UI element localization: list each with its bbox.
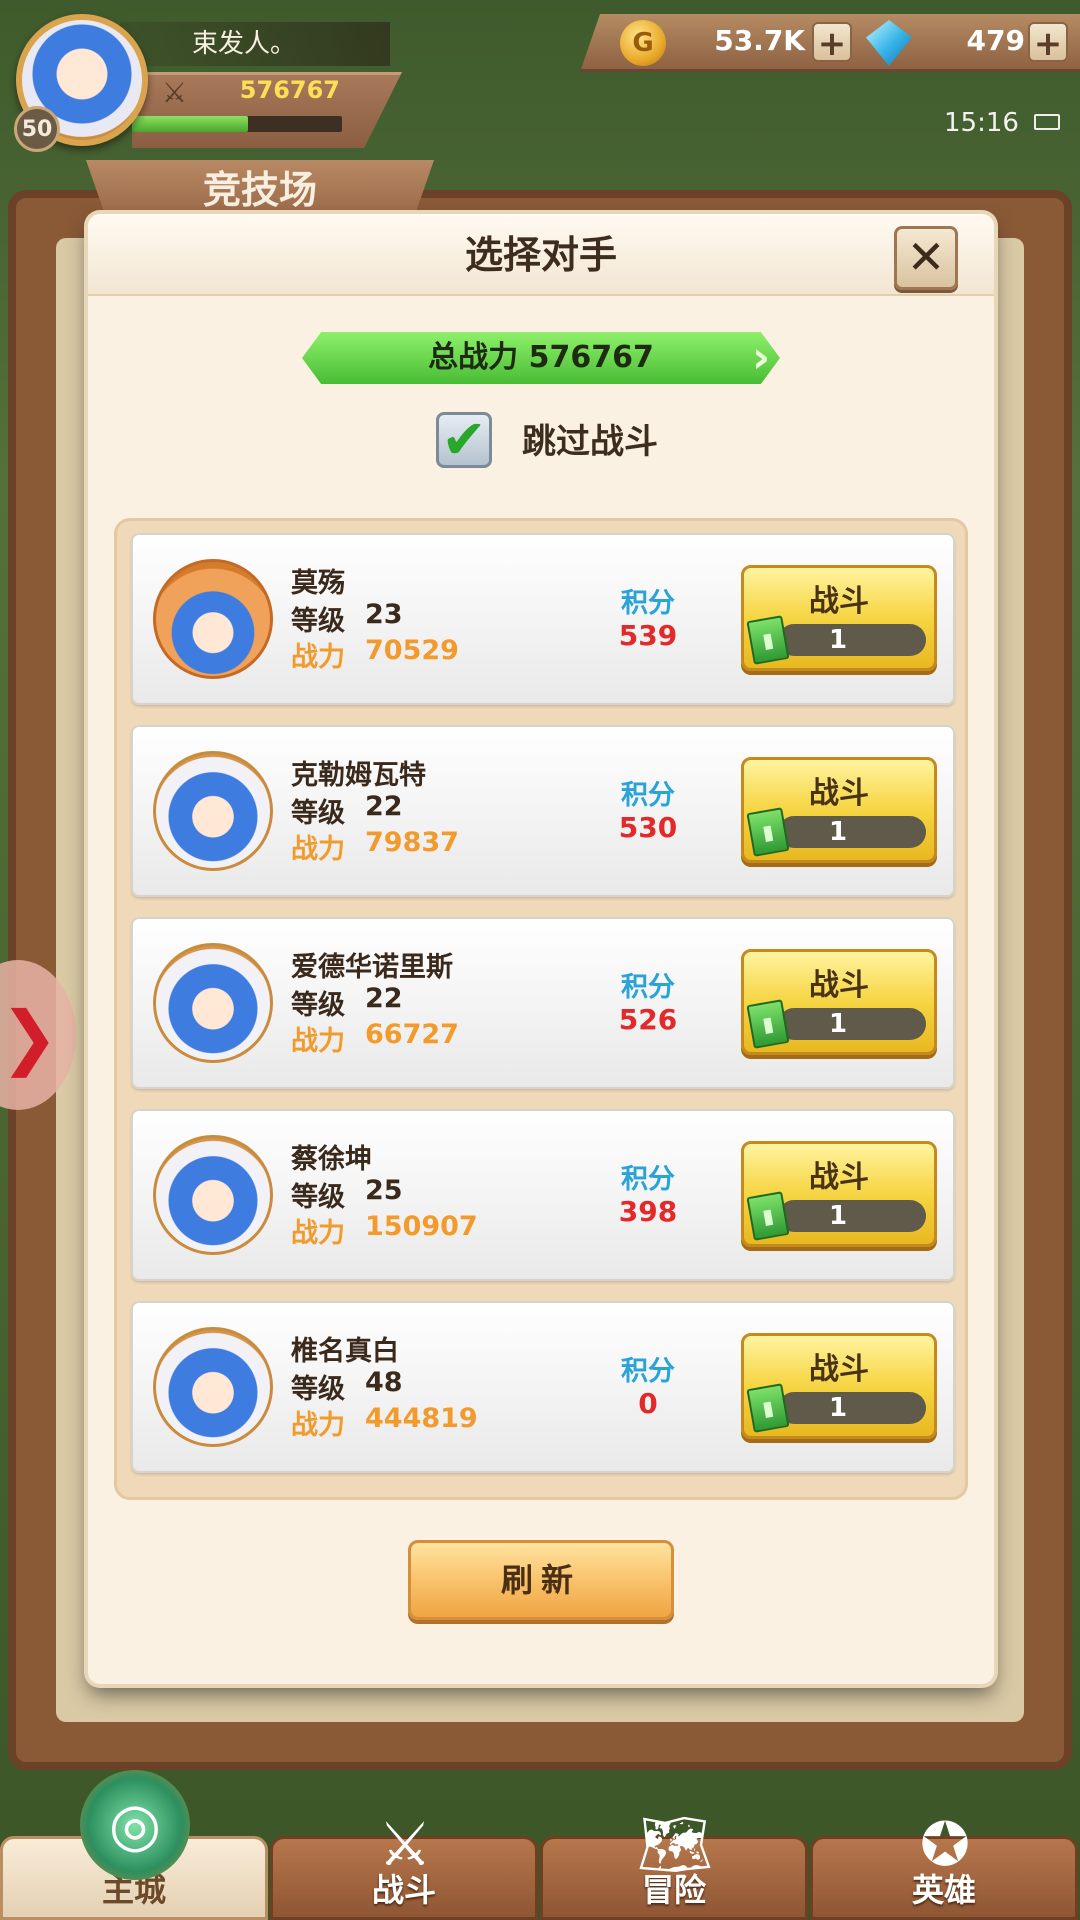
level-label: 等级 [291,606,345,637]
fight-label: 战斗 [809,968,869,1003]
clock: 15:16 [944,108,1019,138]
xp-bar [132,116,342,132]
level-label: 等级 [291,1374,345,1405]
hero-crest-icon: ✪ [919,1810,971,1880]
power-label: 战力 [291,1410,345,1441]
select-opponent-dialog: 选择对手 ✕ ‹ 总战力 576767 › ✔ 跳过战斗 莫殇 等级 23 战力… [88,214,994,1684]
fight-button[interactable]: 战斗 1 ▮ [741,1333,937,1439]
opponent-row: 克勒姆瓦特 等级 22 战力 79837 积分 530 战斗 1 ▮ [131,725,955,897]
side-arrow-icon: ❯ [0,996,59,1078]
fight-cost: 1 [828,1009,848,1039]
fight-button[interactable]: 战斗 1 ▮ [741,565,937,671]
opponent-score: 398 [618,1195,678,1228]
chevron-right-icon: › [752,332,771,383]
fight-cost: 1 [828,817,848,847]
opponent-name: 蔡徐坤 [291,1144,372,1175]
power-label: 战力 [291,642,345,673]
add-gems-button[interactable]: + [1028,22,1068,64]
opponent-row: 爱德华诺里斯 等级 22 战力 66727 积分 526 战斗 1 ▮ [131,917,955,1089]
score-label: 积分 [621,1356,675,1387]
battery-icon [1034,114,1060,130]
adventure-map-icon: 🗺 [636,1810,714,1880]
castle-icon: ◎ [80,1770,190,1880]
ticket-icon: ▮ [746,807,790,857]
fight-label: 战斗 [809,584,869,619]
close-button[interactable]: ✕ [894,226,958,290]
opponent-power: 66727 [365,1019,459,1050]
opponent-power: 444819 [365,1403,478,1434]
fight-label: 战斗 [809,1352,869,1387]
ticket-icon: ▮ [746,1383,790,1433]
xp-bar-fill [132,116,248,132]
total-power-label: 总战力 [428,340,519,375]
checkmark-icon: ✔ [441,408,487,471]
opponent-name: 椎名真白 [291,1336,399,1367]
score-label: 积分 [621,1164,675,1195]
opponent-level: 23 [365,599,403,630]
power-label: 战力 [291,1026,345,1057]
arena-title-tab: 竞技场 [86,160,434,220]
hero-avatar [153,1327,273,1447]
opponent-row: 蔡徐坤 等级 25 战力 150907 积分 398 战斗 1 ▮ [131,1109,955,1281]
opponent-row: 莫殇 等级 23 战力 70529 积分 539 战斗 1 ▮ [131,533,955,705]
hero-avatar [153,943,273,1063]
opponent-score: 526 [618,1003,678,1036]
opponent-row: 椎名真白 等级 48 战力 444819 积分 0 战斗 1 ▮ [131,1301,955,1473]
score-label: 积分 [621,588,675,619]
score-label: 积分 [621,780,675,811]
level-label: 等级 [291,1182,345,1213]
opponent-name: 爱德华诺里斯 [291,952,453,983]
opponent-level: 22 [365,983,403,1014]
fight-button[interactable]: 战斗 1 ▮ [741,949,937,1055]
player-name: 束发人。 [120,22,390,66]
fight-button[interactable]: 战斗 1 ▮ [741,1141,937,1247]
opponent-power: 79837 [365,827,459,858]
opponent-list: 莫殇 等级 23 战力 70529 积分 539 战斗 1 ▮ 克勒姆瓦特 等级… [114,518,968,1500]
crossed-swords-power-icon: ⚔ [162,76,188,109]
refresh-button[interactable]: 刷新 [408,1540,674,1620]
opponent-level: 25 [365,1175,403,1206]
score-label: 积分 [621,972,675,1003]
gem-amount: 479 [966,24,1025,57]
opponent-level: 22 [365,791,403,822]
ticket-icon: ▮ [746,1191,790,1241]
opponent-name: 莫殇 [291,568,345,599]
opponent-level: 48 [365,1367,403,1398]
player-level-badge: 50 [14,106,60,152]
power-label: 战力 [291,834,345,865]
fight-cost: 1 [828,1201,848,1231]
hero-avatar [153,751,273,871]
opponent-name: 克勒姆瓦特 [291,760,426,791]
crossed-swords-icon: ⚔ [378,1810,432,1880]
skip-battle-checkbox[interactable]: ✔ [436,412,492,468]
skip-battle-label: 跳过战斗 [522,422,658,462]
fight-button[interactable]: 战斗 1 ▮ [741,757,937,863]
total-power-banner: 总战力 576767 [302,332,780,384]
ticket-icon: ▮ [746,615,790,665]
dialog-title: 选择对手 [464,233,617,277]
gold-coin-icon: G [620,20,666,66]
opponent-power: 150907 [365,1211,478,1242]
fight-cost: 1 [828,625,848,655]
opponent-score: 539 [618,619,678,652]
opponent-score: 0 [638,1387,658,1420]
fight-label: 战斗 [809,1160,869,1195]
opponent-power: 70529 [365,635,459,666]
player-power: 576767 [239,76,340,104]
gold-amount: 53.7K [714,24,805,57]
level-label: 等级 [291,798,345,829]
fight-label: 战斗 [809,776,869,811]
power-label: 战力 [291,1218,345,1249]
hero-avatar [153,1135,273,1255]
opponent-score: 530 [618,811,678,844]
fight-cost: 1 [828,1393,848,1423]
add-gold-button[interactable]: + [812,22,852,64]
total-power-value: 576767 [528,340,654,375]
ticket-icon: ▮ [746,999,790,1049]
level-label: 等级 [291,990,345,1021]
shiba-hat-avatar [153,559,273,679]
